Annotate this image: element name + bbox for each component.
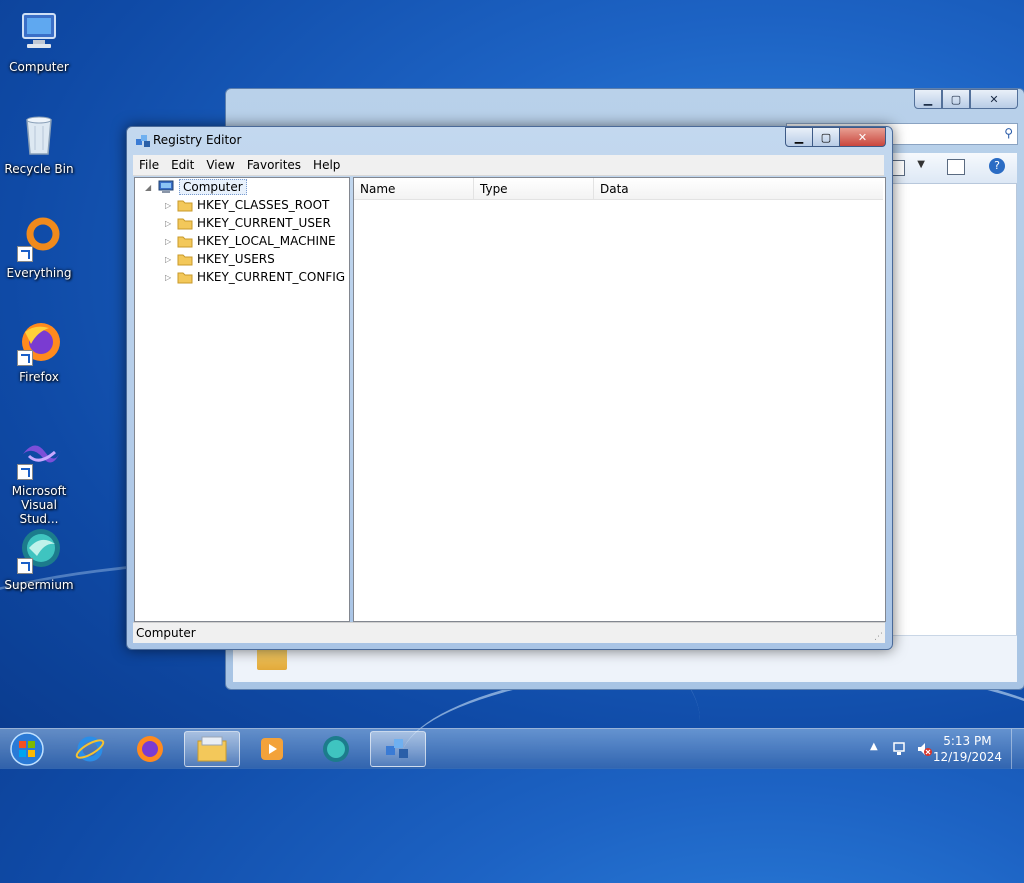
tree-item-hkey-current-user[interactable]: ▷ HKEY_CURRENT_USER [165,214,331,232]
show-desktop-button[interactable] [1011,729,1024,769]
desktop-icon-everything[interactable]: Everything [0,214,78,280]
desktop-icon-recycle-bin[interactable]: Recycle Bin [0,110,78,176]
tree-item-label: HKEY_LOCAL_MACHINE [197,234,336,248]
everything-icon [15,214,63,262]
menu-file[interactable]: File [133,155,165,175]
folder-icon [177,253,193,266]
column-header-data[interactable]: Data [594,178,883,200]
desktop-icon-firefox[interactable]: Firefox [0,318,78,384]
explorer-minimize-button[interactable]: ▁ [914,89,942,109]
expanded-arrow-icon[interactable]: ◢ [145,183,153,192]
start-button[interactable] [0,731,54,767]
menu-favorites[interactable]: Favorites [241,155,307,175]
taskbar-registry-editor[interactable] [370,731,426,767]
tree-item-label: HKEY_CURRENT_CONFIG [197,270,346,284]
desktop-icon-visual-studio[interactable]: Microsoft Visual Stud... [0,432,78,526]
registry-editor-icon [135,133,151,149]
values-list[interactable]: Name Type Data [353,177,886,622]
recycle-bin-icon [15,110,63,158]
visual-studio-icon [15,432,63,480]
shortcut-arrow-icon [17,464,33,480]
tree-item-computer[interactable]: ◢ Computer [145,178,247,196]
tree-item-label: HKEY_CURRENT_USER [197,216,331,230]
folder-icon [177,235,193,248]
desktop-icon-supermium[interactable]: Supermium [0,526,78,592]
desktop-icon-computer[interactable]: Computer [0,8,78,74]
status-path: Computer [136,626,196,640]
folder-icon [177,217,193,230]
tree-item-label: Computer [179,179,247,195]
supermium-icon [15,526,63,574]
menu-bar: File Edit View Favorites Help [133,155,884,176]
registry-editor-window[interactable]: Registry Editor ▁ ▢ ✕ File Edit View Favori… [126,126,893,650]
registry-tree[interactable]: ◢ Computer ▷ HKEY_CLASSES_ROOT ▷ HKEY_CU… [134,177,350,622]
minimize-button[interactable]: ▁ [785,127,813,147]
shortcut-arrow-icon [17,350,33,366]
computer-icon [157,180,175,194]
desktop-icon-label-line1: Microsoft [11,484,67,498]
desktop-icon-label: Supermium [4,578,74,592]
preview-pane-icon[interactable] [947,159,965,175]
clock-date: 12/19/2024 [932,750,1002,764]
collapsed-arrow-icon[interactable]: ▷ [165,273,173,282]
tree-item-label: HKEY_CLASSES_ROOT [197,198,330,212]
column-header-name[interactable]: Name [354,178,474,200]
desktop-icon-label-line2: Visual Stud... [19,498,59,526]
menu-view[interactable]: View [200,155,240,175]
window-title: Registry Editor [153,133,242,147]
volume-muted-icon[interactable] [916,741,932,757]
resize-grip-icon[interactable]: ⋰ [874,632,883,642]
internet-explorer-icon [75,736,105,762]
windows-logo-icon [10,732,44,766]
computer-icon [15,8,63,56]
desktop-icon-label: Firefox [19,370,59,384]
tree-item-label: HKEY_USERS [197,252,275,266]
desktop-icon-label: Recycle Bin [4,162,74,176]
collapsed-arrow-icon[interactable]: ▷ [165,255,173,264]
show-hidden-icons-button[interactable]: ▲ [870,741,878,752]
menu-edit[interactable]: Edit [165,155,200,175]
taskbar-firefox[interactable] [122,731,178,767]
file-explorer-icon [197,736,227,762]
status-bar: Computer ⋰ [133,622,885,643]
search-icon: ⚲ [1004,126,1013,140]
folder-icon [177,271,193,284]
collapsed-arrow-icon[interactable]: ▷ [165,201,173,210]
firefox-icon [15,318,63,366]
clock-time: 5:13 PM [943,734,992,748]
system-clock[interactable]: 5:13 PM 12/19/2024 [933,733,1002,765]
explorer-close-button[interactable]: ✕ [970,89,1018,109]
collapsed-arrow-icon[interactable]: ▷ [165,237,173,246]
menu-help[interactable]: Help [307,155,346,175]
firefox-icon [137,736,163,762]
column-header-type[interactable]: Type [474,178,594,200]
tree-item-hkey-current-config[interactable]: ▷ HKEY_CURRENT_CONFIG [165,268,345,286]
media-player-icon [261,738,283,760]
close-button[interactable]: ✕ [839,127,886,147]
folder-icon [177,199,193,212]
registry-editor-icon [386,739,408,758]
network-icon[interactable] [892,741,908,757]
taskbar-media-player[interactable] [244,731,300,767]
shortcut-arrow-icon [17,558,33,574]
collapsed-arrow-icon[interactable]: ▷ [165,219,173,228]
shortcut-arrow-icon [17,246,33,262]
taskbar-supermium[interactable] [308,731,364,767]
tree-item-hkey-classes-root[interactable]: ▷ HKEY_CLASSES_ROOT [165,196,329,214]
help-icon[interactable]: ? [989,158,1005,174]
chevron-down-icon[interactable]: ▼ [917,159,925,170]
tree-item-hkey-users[interactable]: ▷ HKEY_USERS [165,250,275,268]
desktop-icon-label: Everything [6,266,72,280]
desktop-icon-label: Computer [9,60,69,74]
supermium-icon [323,736,349,762]
maximize-button[interactable]: ▢ [812,127,840,147]
taskbar: ▲ 5:13 PM 12/19/2024 [0,728,1024,769]
taskbar-file-explorer[interactable] [184,731,240,767]
tree-item-hkey-local-machine[interactable]: ▷ HKEY_LOCAL_MACHINE [165,232,336,250]
taskbar-internet-explorer[interactable] [62,731,118,767]
explorer-maximize-button[interactable]: ▢ [942,89,970,109]
